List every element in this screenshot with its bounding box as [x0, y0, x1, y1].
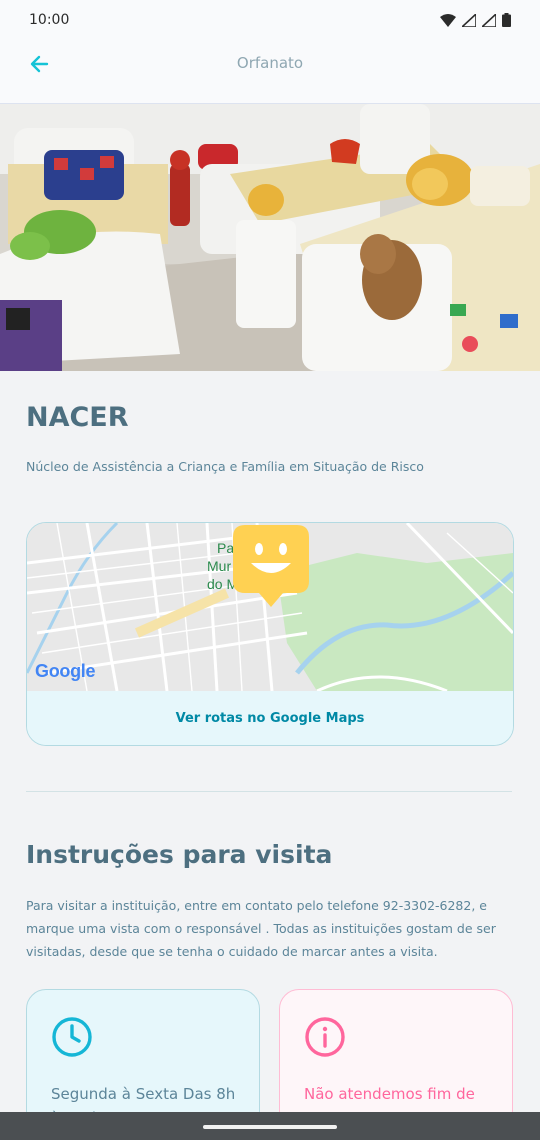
orphanage-photo[interactable]: [0, 104, 540, 371]
orphanage-description: Núcleo de Assistência a Criança e Famíli…: [26, 459, 424, 474]
info-icon: [305, 1017, 345, 1057]
wifi-icon: [440, 13, 456, 27]
weekend-notice-card: Não atendemos fim de semana: [279, 989, 513, 1131]
orphanage-name: NACER: [26, 402, 129, 433]
google-maps-route-link[interactable]: Ver rotas no Google Maps: [27, 691, 513, 745]
map-place-label-1: Pa: [217, 540, 234, 556]
signal-icon: [462, 13, 476, 27]
map-preview[interactable]: Pa Mur do M Google: [27, 523, 513, 693]
google-logo: Google: [35, 661, 96, 682]
opening-hours-card: Segunda à Sexta Das 8h às 17h: [26, 989, 260, 1131]
status-icons: [440, 13, 511, 27]
status-time: 10:00: [29, 12, 70, 28]
map-place-label-2: Mur: [207, 558, 231, 574]
section-divider: [26, 791, 512, 792]
status-bar: 10:00: [0, 0, 540, 40]
app-header: Orfanato: [0, 40, 540, 104]
battery-icon: [502, 13, 511, 27]
signal-icon-2: [482, 13, 496, 27]
smile-marker-icon[interactable]: [233, 525, 309, 607]
visit-instructions-text: Para visitar a instituição, entre em con…: [26, 898, 496, 959]
google-logo-text: Google: [35, 661, 96, 681]
system-navigation-bar: [0, 1112, 540, 1140]
clock-icon: [52, 1017, 92, 1057]
home-gesture-handle[interactable]: [203, 1125, 337, 1129]
page-title: Orfanato: [236, 54, 304, 72]
map-card[interactable]: Pa Mur do M Google Ver rotas no Google M…: [26, 522, 514, 746]
visit-instructions-title: Instruções para visita: [26, 840, 333, 869]
